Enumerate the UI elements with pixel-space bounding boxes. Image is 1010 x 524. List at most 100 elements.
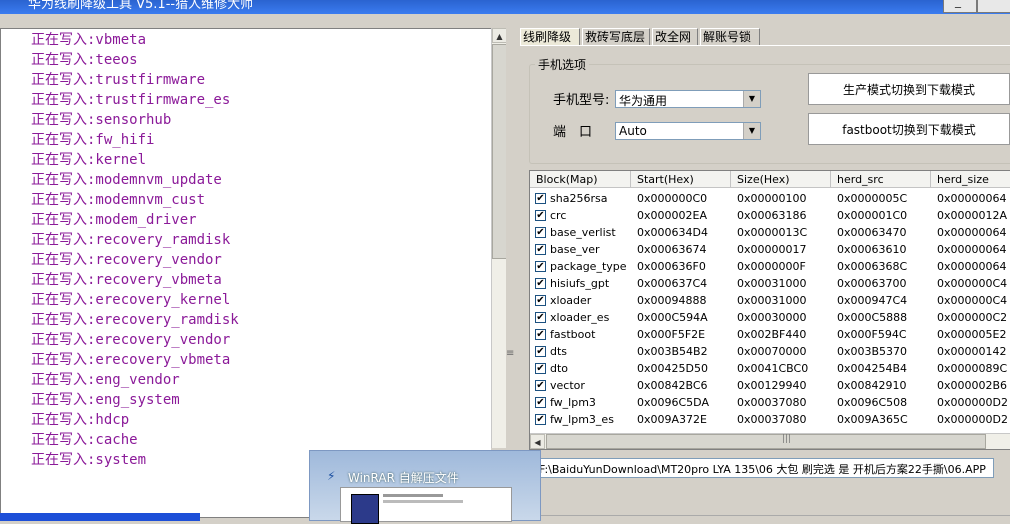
tab-brick-rescue[interactable]: 救砖写底层	[582, 28, 650, 45]
log-line: 正在写入:teeos	[31, 52, 138, 68]
table-cell: 0x000000C0	[637, 192, 708, 205]
column-header[interactable]: herd_size	[931, 171, 1010, 188]
scroll-thumb[interactable]	[492, 44, 507, 259]
table-cell: 0x00031000	[737, 277, 807, 290]
table-hscrollbar[interactable]: ◀ |||	[530, 433, 1010, 449]
splitter-grip-icon: ≡	[506, 348, 515, 359]
table-cell: 0x000C594A	[637, 311, 708, 324]
table-row[interactable]: ✔ vector 0x00842BC6 0x00129940 0x00842910 0x0…	[530, 377, 1010, 394]
port-select[interactable]: Auto ▼	[615, 122, 761, 140]
table-cell: 0x00031000	[737, 294, 807, 307]
table-cell: 0x000000C4	[937, 294, 1008, 307]
column-header[interactable]: herd_src	[831, 171, 931, 188]
tab-network-unlock[interactable]: 改全网	[652, 28, 698, 45]
log-line: 正在写入:trustfirmware	[31, 72, 206, 88]
log-line: 正在写入:hdcp	[31, 412, 130, 428]
table-row[interactable]: ✔ dts 0x003B54B2 0x00070000 0x003B5370 0x0000…	[530, 343, 1010, 360]
row-checkbox[interactable]: ✔	[535, 244, 546, 255]
row-checkbox[interactable]: ✔	[535, 227, 546, 238]
table-cell: 0x003B54B2	[637, 345, 708, 358]
table-row[interactable]: ✔ dto 0x00425D50 0x0041CBC0 0x004254B4 0x0000…	[530, 360, 1010, 377]
log-line: 正在写入:kernel	[31, 152, 147, 168]
log-line: 正在写入:recovery_vendor	[31, 252, 222, 268]
column-header[interactable]: Block(Map)	[530, 171, 631, 188]
factory-to-download-button[interactable]: 生产模式切换到下载模式	[808, 73, 1010, 105]
minimize-button[interactable]: _	[943, 0, 977, 13]
log-line: 正在写入:erecovery_vbmeta	[31, 352, 231, 368]
table-row[interactable]: ✔ fastboot 0x000F5F2E 0x002BF440 0x000F594C 0…	[530, 326, 1010, 343]
log-line: 正在写入:erecovery_ramdisk	[31, 312, 239, 328]
tab-flash-downgrade[interactable]: 线刷降级	[520, 28, 580, 45]
log-output: 正在写入:vbmeta 正在写入:teeos 正在写入:trustfirmware 正…	[0, 28, 491, 518]
row-checkbox[interactable]: ✔	[535, 380, 546, 391]
winrar-taskbar-preview[interactable]: ⚡ WinRAR 自解压文件	[309, 450, 541, 524]
table-cell: 0x00063186	[737, 209, 807, 222]
table-cell: 0x00094888	[637, 294, 707, 307]
table-cell: base_verlist	[550, 226, 616, 239]
table-cell: 0x0006368C	[837, 260, 908, 273]
table-row[interactable]: ✔ hisiufs_gpt 0x000637C4 0x00031000 0x000637…	[530, 275, 1010, 292]
table-cell: 0x009A365C	[837, 413, 908, 426]
row-checkbox[interactable]: ✔	[535, 329, 546, 340]
row-checkbox[interactable]: ✔	[535, 210, 546, 221]
table-cell: 0x0000005C	[837, 192, 908, 205]
table-row[interactable]: ✔ fw_lpm3_es 0x009A372E 0x00037080 0x009A365…	[530, 411, 1010, 428]
tab-account-unlock[interactable]: 解账号锁	[700, 28, 760, 45]
chevron-down-icon[interactable]: ▼	[743, 91, 760, 107]
table-row[interactable]: ✔ base_ver 0x00063674 0x00000017 0x00063610 0…	[530, 241, 1010, 258]
table-cell: 0x0000013C	[737, 226, 808, 239]
table-cell: 0x00063610	[837, 243, 907, 256]
row-checkbox[interactable]: ✔	[535, 193, 546, 204]
table-cell: 0x000000C4	[937, 277, 1008, 290]
log-line: 正在写入:system	[31, 452, 147, 468]
table-cell: 0x00037080	[737, 396, 807, 409]
table-cell: package_type	[550, 260, 627, 273]
row-checkbox[interactable]: ✔	[535, 261, 546, 272]
table-cell: 0x00037080	[737, 413, 807, 426]
table-row[interactable]: ✔ base_verlist 0x000634D4 0x0000013C 0x00063…	[530, 224, 1010, 241]
row-checkbox[interactable]: ✔	[535, 414, 546, 425]
table-cell: 0x000000D2	[937, 396, 1008, 409]
table-cell: 0x000634D4	[637, 226, 708, 239]
table-row[interactable]: ✔ sha256rsa 0x000000C0 0x00000100 0x0000005C…	[530, 190, 1010, 207]
table-row[interactable]: ✔ fw_lpm3 0x0096C5DA 0x00037080 0x0096C508 0x…	[530, 394, 1010, 411]
log-line: 正在写入:cache	[31, 432, 138, 448]
table-cell: fastboot	[550, 328, 596, 341]
table-cell: 0x004254B4	[837, 362, 908, 375]
row-checkbox[interactable]: ✔	[535, 397, 546, 408]
table-cell: 0x000000D2	[937, 413, 1008, 426]
partition-table: ◀ ||| Block(Map) Start(Hex) Size(Hex) herd_…	[529, 170, 1010, 450]
row-checkbox[interactable]: ✔	[535, 312, 546, 323]
row-checkbox[interactable]: ✔	[535, 278, 546, 289]
column-header[interactable]: Size(Hex)	[731, 171, 831, 188]
table-cell: 0x0096C5DA	[637, 396, 709, 409]
table-cell: 0x000947C4	[837, 294, 908, 307]
scroll-left-icon[interactable]: ◀	[530, 434, 545, 449]
table-cell: 0x0000000F	[737, 260, 806, 273]
table-cell: 0x000636F0	[637, 260, 706, 273]
package-path-field[interactable]: F:\BaiduYunDownload\MT20pro LYA 135\06 大…	[536, 458, 994, 478]
scroll-up-icon[interactable]: ▲	[492, 28, 507, 43]
table-cell: 0x00063700	[837, 277, 907, 290]
panel-splitter[interactable]: ≡	[506, 28, 520, 448]
table-cell: 0x00063470	[837, 226, 907, 239]
table-cell: 0x000000C2	[937, 311, 1008, 324]
chevron-down-icon[interactable]: ▼	[743, 123, 760, 139]
row-checkbox[interactable]: ✔	[535, 295, 546, 306]
row-checkbox[interactable]: ✔	[535, 346, 546, 357]
table-row[interactable]: ✔ xloader_es 0x000C594A 0x00030000 0x000C588…	[530, 309, 1010, 326]
hscroll-thumb[interactable]: |||	[546, 434, 986, 449]
row-checkbox[interactable]: ✔	[535, 363, 546, 374]
popup-title: WinRAR 自解压文件	[348, 471, 459, 485]
table-row[interactable]: ✔ xloader 0x00094888 0x00031000 0x000947C4 0x…	[530, 292, 1010, 309]
table-cell: 0x000002EA	[637, 209, 707, 222]
log-scrollbar[interactable]: ▲	[491, 28, 507, 448]
fastboot-to-download-button[interactable]: fastboot切换到下载模式	[808, 113, 1010, 145]
model-select[interactable]: 华为通用 ▼	[615, 90, 761, 108]
column-header[interactable]: Start(Hex)	[631, 171, 731, 188]
table-row[interactable]: ✔ package_type 0x000636F0 0x0000000F 0x00063…	[530, 258, 1010, 275]
maximize-button[interactable]	[977, 0, 1010, 13]
log-line: 正在写入:vbmeta	[31, 32, 147, 48]
log-line: 正在写入:sensorhub	[31, 112, 172, 128]
table-row[interactable]: ✔ crc 0x000002EA 0x00063186 0x000001C0 0x0000…	[530, 207, 1010, 224]
